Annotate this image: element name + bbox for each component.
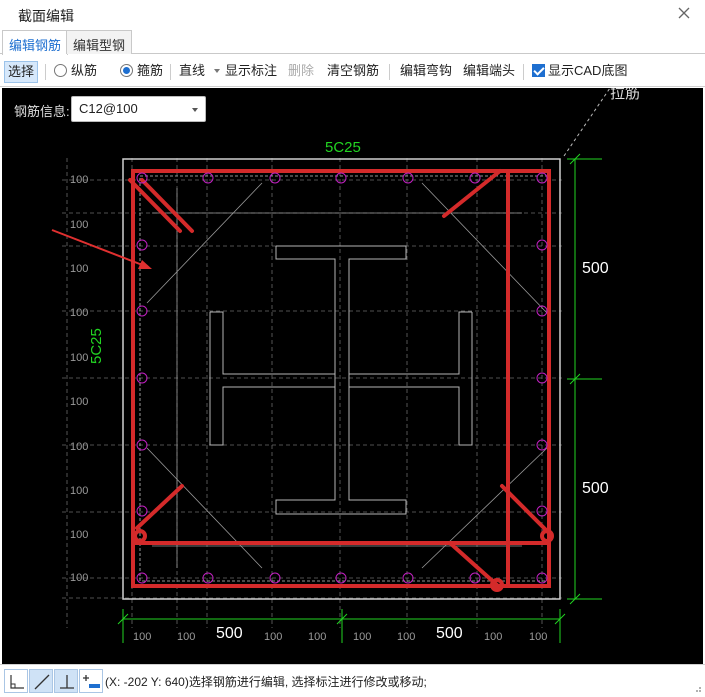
left-rebar-label[interactable]: 5C25 <box>88 328 105 364</box>
orthogonal-snap-icon[interactable] <box>4 669 28 693</box>
section-drawing <box>51 88 611 643</box>
clear-rebar-button[interactable]: 清空钢筋 <box>327 61 379 83</box>
stirrup-label: 箍筋 <box>137 63 164 78</box>
left-spacing-label: 100 <box>70 441 89 453</box>
left-spacing-label: 100 <box>70 529 89 541</box>
left-spacing-label: 100 <box>70 352 89 364</box>
select-button[interactable]: 选择 <box>4 61 38 83</box>
toolbar-divider <box>170 64 171 80</box>
bottom-spacing-label: 100 <box>177 631 196 643</box>
cad-grid-lines <box>62 158 562 628</box>
window-title: 截面编辑 <box>18 8 74 24</box>
left-spacing-label: 100 <box>70 307 89 319</box>
left-spacing-label: 100 <box>70 485 89 497</box>
line-mode-dropdown[interactable]: 直线 <box>179 61 220 83</box>
bottom-spacing-label: 100 <box>484 631 503 643</box>
rebar-info-label: 钢筋信息: <box>14 104 70 119</box>
tab-bar: 编辑钢筋 编辑型钢 <box>0 30 705 55</box>
drawing-canvas[interactable]: 钢筋信息: C12@100 5C25 5C25 拉筋 500 500 500 5… <box>2 88 703 664</box>
close-icon[interactable] <box>675 4 693 22</box>
delete-button[interactable]: 删除 <box>288 61 314 83</box>
edit-end-button[interactable]: 编辑端头 <box>463 61 515 83</box>
stirrup-rebars <box>128 169 554 592</box>
toolbar: 选择 纵筋 箍筋 直线 显示标注 删除 清空钢筋 编辑弯钩 编辑端头 显示CAD… <box>0 55 705 87</box>
edit-hook-button[interactable]: 编辑弯钩 <box>400 61 452 83</box>
oblique-line-icon[interactable] <box>29 669 53 693</box>
longitudinal-radio[interactable]: 纵筋 <box>54 61 97 83</box>
rebar-info-value: C12@100 <box>79 101 138 116</box>
resize-grip-icon[interactable] <box>694 685 702 693</box>
toolbar-divider <box>45 64 46 80</box>
tab-edit-steel-section[interactable]: 编辑型钢 <box>66 30 133 54</box>
top-rebar-label[interactable]: 5C25 <box>325 139 361 156</box>
bottom-spacing-label: 100 <box>133 631 152 643</box>
radio-on-icon <box>120 64 133 77</box>
chevron-down-icon <box>213 69 220 73</box>
left-spacing-label: 100 <box>70 263 89 275</box>
longitudinal-label: 纵筋 <box>71 63 98 78</box>
bottom-spacing-label: 100 <box>308 631 327 643</box>
left-spacing-label: 100 <box>70 174 89 186</box>
stirrup-radio[interactable]: 箍筋 <box>120 61 163 83</box>
steel-section-outline <box>209 245 473 515</box>
rebar-info-select[interactable]: C12@100 <box>71 96 206 122</box>
checkbox-checked-icon <box>532 64 545 77</box>
corner-tie-label: 拉筋 <box>610 88 641 102</box>
right-dim-upper[interactable]: 500 <box>582 260 609 278</box>
toolbar-divider <box>523 64 524 80</box>
show-cad-checkbox[interactable]: 显示CAD底图 <box>532 61 627 83</box>
right-dim-lower[interactable]: 500 <box>582 480 609 498</box>
status-bar: (X: -202 Y: 640)选择钢筋进行编辑, 选择标注进行修改或移动; <box>0 664 705 696</box>
left-spacing-label: 100 <box>70 572 89 584</box>
bottom-spacing-label: 100 <box>264 631 283 643</box>
radio-off-icon <box>54 64 67 77</box>
tab-edit-rebar[interactable]: 编辑钢筋 <box>2 30 69 55</box>
show-cad-label: 显示CAD底图 <box>548 63 628 78</box>
perpendicular-icon[interactable] <box>54 669 78 693</box>
bottom-spacing-label: 100 <box>397 631 416 643</box>
add-dimension-icon[interactable] <box>79 669 103 693</box>
bottom-spacing-label: 100 <box>529 631 548 643</box>
bottom-spacing-label: 100 <box>353 631 372 643</box>
window-titlebar: 截面编辑 <box>0 0 705 30</box>
chevron-down-icon <box>192 108 198 112</box>
line-mode-label: 直线 <box>179 63 206 78</box>
left-spacing-label: 100 <box>70 219 89 231</box>
toolbar-divider <box>389 64 390 80</box>
show-dimension-button[interactable]: 显示标注 <box>225 61 277 83</box>
status-message: (X: -202 Y: 640)选择钢筋进行编辑, 选择标注进行修改或移动; <box>105 675 427 689</box>
cover-line <box>139 175 551 582</box>
bottom-dim-left[interactable]: 500 <box>216 625 243 643</box>
bottom-dim-right[interactable]: 500 <box>436 625 463 643</box>
corner-leader <box>563 88 611 157</box>
left-spacing-label: 100 <box>70 396 89 408</box>
